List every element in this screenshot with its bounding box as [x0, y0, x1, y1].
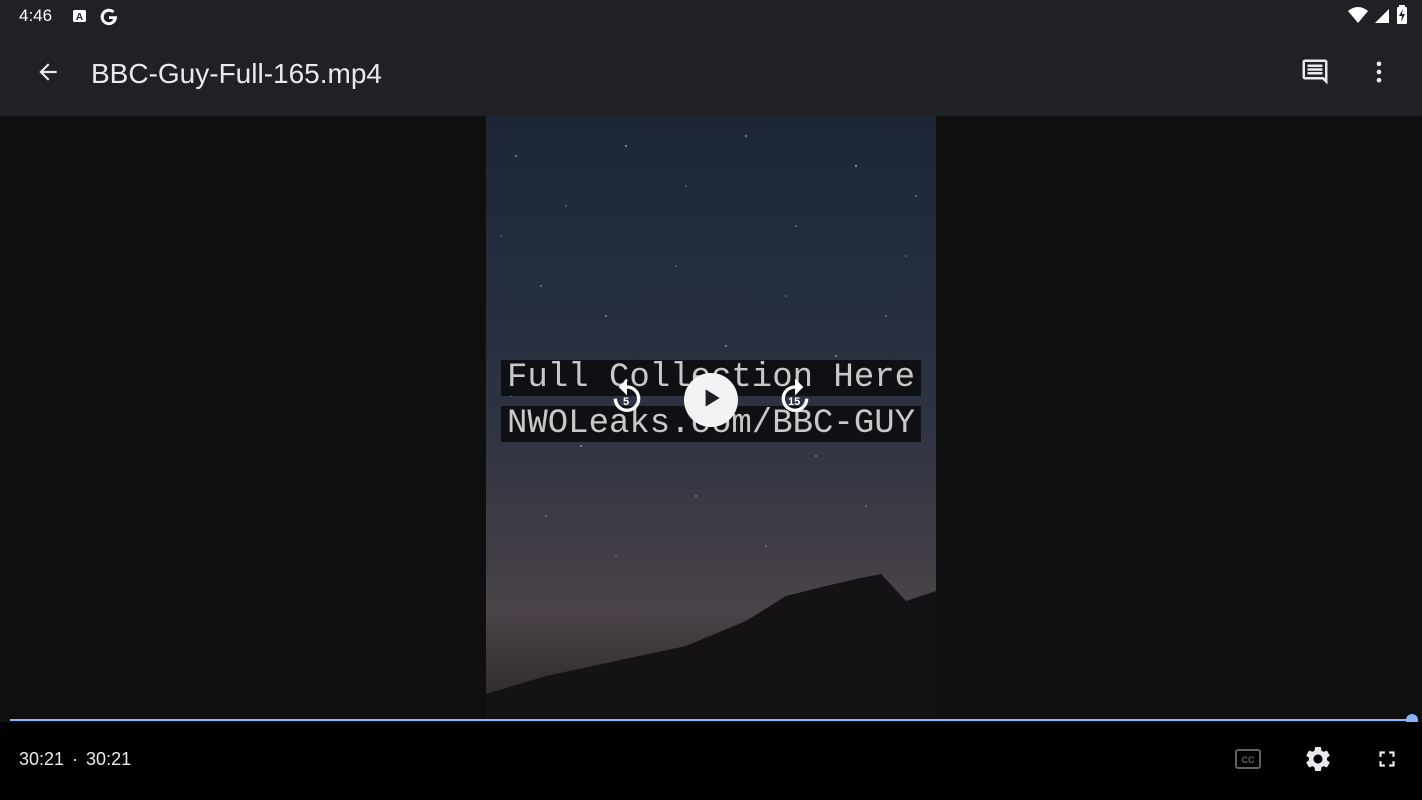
svg-text:CC: CC	[1242, 755, 1255, 765]
wifi-icon	[1348, 6, 1368, 29]
status-time: 4:46	[19, 6, 53, 25]
status-right-icons	[1348, 5, 1408, 30]
seek-bar[interactable]	[10, 714, 1418, 726]
status-bar: 4:46 A	[0, 0, 1422, 32]
rewind-seconds: 5	[623, 396, 630, 408]
current-position: 30:21	[19, 749, 65, 769]
timecode: 30:21 · 30:21	[19, 749, 131, 770]
back-button[interactable]	[30, 56, 66, 92]
settings-gear-icon	[1303, 744, 1333, 779]
rewind-button[interactable]: 5	[604, 376, 650, 422]
more-options-button[interactable]	[1361, 56, 1397, 92]
play-icon	[698, 385, 724, 416]
closed-captions-icon: CC	[1234, 747, 1262, 776]
more-vert-icon	[1365, 58, 1393, 91]
google-g-icon	[98, 5, 120, 32]
app-bar: BBC-Guy-Full-165.mp4	[0, 32, 1422, 116]
mountain-silhouette	[486, 574, 936, 720]
comment-icon	[1300, 57, 1330, 92]
forward-button[interactable]: 15	[772, 376, 818, 422]
svg-text:A: A	[76, 12, 83, 23]
video-title: BBC-Guy-Full-165.mp4	[91, 58, 382, 89]
comment-button[interactable]	[1297, 56, 1333, 92]
total-duration: 30:21	[86, 749, 132, 769]
bottom-control-bar: 30:21 · 30:21 CC	[0, 722, 1422, 800]
signal-icon	[1374, 6, 1390, 29]
time-separator: ·	[72, 749, 79, 769]
play-button[interactable]	[684, 373, 738, 427]
fullscreen-icon	[1374, 746, 1400, 777]
font-a-icon: A	[72, 8, 88, 29]
fullscreen-button[interactable]	[1370, 744, 1404, 778]
forward-seconds: 15	[788, 396, 801, 408]
back-arrow-icon	[35, 59, 61, 90]
status-left-icons: A	[72, 5, 120, 32]
settings-button[interactable]	[1301, 744, 1335, 778]
captions-button[interactable]: CC	[1231, 744, 1265, 778]
battery-charging-icon	[1396, 5, 1408, 30]
